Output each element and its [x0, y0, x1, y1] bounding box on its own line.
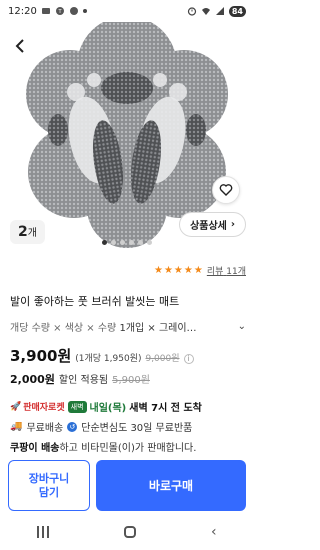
chat-bubble-icon [69, 7, 78, 15]
status-bar: 12:20 T 84 [0, 0, 254, 22]
star-icon: ★ [173, 264, 183, 276]
buy-now-button[interactable]: 바로구매 [96, 460, 246, 511]
star-icon: ★ [153, 264, 163, 276]
seller-text: 하고 비타민몰(이)가 판매합니다. [59, 443, 197, 454]
product-detail-button[interactable]: 상품상세 › [179, 212, 246, 237]
review-count: 11개 [226, 267, 246, 277]
wifi-icon [201, 8, 210, 15]
seller-name: 쿠팡이 배송 [10, 443, 60, 454]
rating-row[interactable]: ★ ★ ★ ★ ★ 리뷰 11개 [154, 264, 246, 277]
add-to-cart-button[interactable]: 장바구니 담기 [8, 460, 90, 511]
truck-icon: 🚚 [10, 421, 23, 432]
message-icon [41, 8, 50, 14]
bottom-action-bar: 장바구니 담기 바로구매 [0, 458, 254, 514]
option-value: 1개입 × 그레이… [119, 323, 197, 334]
chat-icon: T [55, 7, 64, 15]
return-icon: ↺ [67, 421, 78, 432]
back-arrow-icon [15, 39, 24, 53]
product-title: 발이 좋아하는 풋 브러쉬 발씻는 매트 [10, 295, 180, 308]
cart-label-line2: 담기 [38, 485, 60, 499]
image-count: 2 [18, 224, 28, 240]
image-pager [0, 240, 254, 245]
battery-icon: 84 [228, 5, 246, 17]
home-icon[interactable] [124, 526, 137, 538]
pager-dot [102, 240, 107, 245]
delivery-dawn: 새벽 7시 전 도착 [129, 403, 202, 414]
status-left: 12:20 T [8, 6, 87, 17]
unit-price: (1개당 1,950원) [75, 354, 142, 364]
pager-dot [129, 240, 134, 245]
status-right: 84 [187, 5, 246, 17]
star-icon: ★ [183, 264, 193, 276]
recent-apps-icon[interactable] [37, 526, 50, 538]
discount-label: 할인 적용됨 [58, 375, 109, 386]
option-text: 개당 수량 × 색상 × 수량 1개입 × 그레이… [10, 319, 234, 334]
star-icon: ★ [163, 264, 173, 276]
pager-dot [120, 240, 125, 245]
chevron-right-icon: › [230, 219, 235, 230]
pager-dot [111, 240, 116, 245]
original-price: 9,000원 [145, 354, 180, 364]
notification-dot-icon [82, 9, 87, 13]
wishlist-button[interactable] [212, 176, 240, 204]
buy-now-label: 바로구매 [148, 479, 194, 493]
star-rating: ★ ★ ★ ★ ★ [153, 264, 203, 276]
dawn-badge: 새벽 [67, 400, 87, 413]
product-detail-label: 상품상세 [190, 221, 227, 232]
image-count-unit: 개 [27, 228, 37, 239]
star-icon: ★ [193, 264, 203, 276]
info-icon[interactable]: i [183, 353, 194, 364]
price-row: 3,900원 (1개당 1,950원) 9,000원 i [10, 345, 194, 366]
seller-row: 쿠팡이 배송하고 비타민몰(이)가 판매합니다. [10, 439, 196, 454]
add-to-cart-label: 장바구니 담기 [29, 472, 69, 500]
delivery-row: 🚀 판매자로켓 새벽 내일(목) 새벽 7시 전 도착 [10, 399, 202, 414]
free-return: 단순변심도 30일 무료반품 [81, 423, 193, 434]
status-time: 12:20 [8, 5, 37, 17]
seller-rocket-label: 판매자로켓 [23, 403, 65, 413]
rocket-icon: 🚀 [10, 401, 22, 412]
product-image-carousel[interactable]: 2개 상품상세 › [0, 22, 254, 252]
alarm-icon [187, 7, 196, 16]
delivery-date: 내일(목) [89, 403, 127, 414]
pager-dot [147, 240, 152, 245]
pager-dot [138, 240, 143, 245]
shipping-row: 🚚 무료배송 ↺ 단순변심도 30일 무료반품 [10, 419, 192, 434]
back-button[interactable] [8, 34, 32, 58]
cart-label-line1: 장바구니 [28, 471, 70, 485]
discount-row: 2,000원 할인 적용됨 5,900원 [10, 371, 150, 387]
free-shipping: 무료배송 [26, 423, 64, 434]
seller-rocket-tag: 🚀 판매자로켓 [10, 400, 65, 414]
discount-original-price: 5,900원 [112, 375, 150, 386]
nav-back-icon[interactable]: ‹ [211, 524, 217, 540]
review-label: 리뷰 [206, 267, 224, 277]
option-selector[interactable]: 개당 수량 × 색상 × 수량 1개입 × 그레이… ⌄ [10, 319, 246, 334]
heart-icon [219, 184, 233, 196]
option-prefix: 개당 수량 × 색상 × 수량 [10, 323, 117, 334]
chevron-down-icon: ⌄ [237, 321, 246, 332]
review-link[interactable]: 리뷰 11개 [207, 264, 246, 277]
system-nav-bar: ‹ [0, 514, 254, 550]
discount-price: 2,000원 [10, 373, 55, 386]
signal-icon [215, 7, 224, 15]
sale-price: 3,900원 [10, 347, 72, 365]
